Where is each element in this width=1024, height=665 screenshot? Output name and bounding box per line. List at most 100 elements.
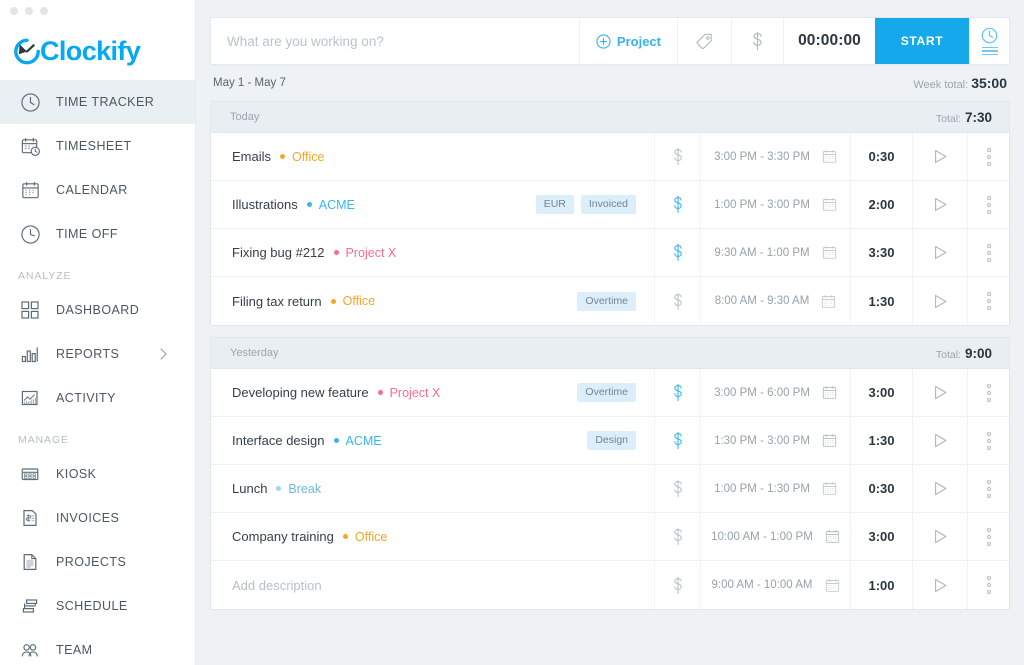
brand-logo[interactable]: Clockify [0,22,195,80]
calendar-icon[interactable] [825,578,840,593]
start-button[interactable]: START [875,18,969,64]
add-project-button[interactable]: Project [578,18,677,64]
entry-more-button[interactable] [967,513,1009,560]
entry-play-button[interactable] [912,277,967,325]
sidebar-item-schedule[interactable]: SCHEDULE [0,584,195,628]
entry-duration[interactable]: 0:30 [850,133,912,180]
timer-mode-toggle[interactable] [969,18,1009,64]
calendar-icon[interactable] [822,433,837,448]
time-entry-row[interactable]: Interface design ACME Design 1:30 PM - 3… [211,417,1009,465]
entry-billable-toggle[interactable] [654,513,700,560]
sidebar-item-calendar[interactable]: CALENDAR [0,168,195,212]
calendar-icon[interactable] [822,197,837,212]
entry-more-button[interactable] [967,181,1009,228]
sidebar-item-team[interactable]: TEAM [0,628,195,665]
tag-chip[interactable]: Overtime [577,383,636,402]
entry-billable-toggle[interactable] [654,181,700,228]
time-entry-row[interactable]: Add description 9:00 AM - 10:00 AM 1:00 [211,561,1009,609]
entry-time-range-area[interactable]: 3:00 PM - 6:00 PM [700,369,850,416]
entry-duration[interactable]: 3:00 [850,369,912,416]
calendar-icon[interactable] [822,245,837,260]
entry-play-button[interactable] [912,369,967,416]
entry-description-area[interactable]: Company training Office [211,513,654,560]
entry-more-button[interactable] [967,133,1009,180]
window-dot[interactable] [25,7,33,15]
entry-more-button[interactable] [967,369,1009,416]
entry-play-button[interactable] [912,181,967,228]
tag-chip[interactable]: Design [587,431,636,450]
entry-duration[interactable]: 1:00 [850,561,912,609]
tag-chip[interactable]: Invoiced [580,195,636,214]
entry-time-range-area[interactable]: 8:00 AM - 9:30 AM [700,277,850,325]
calendar-icon[interactable] [825,529,840,544]
sidebar-item-kiosk[interactable]: KIOSK [0,452,195,496]
tag-chip[interactable]: Overtime [577,291,636,311]
entry-billable-toggle[interactable] [654,465,700,512]
sidebar-item-dashboard[interactable]: DASHBOARD [0,288,195,332]
entry-duration[interactable]: 1:30 [850,277,912,325]
time-entry-row[interactable]: Illustrations ACME EUR Invoiced 1:00 PM … [211,181,1009,229]
entry-duration[interactable]: 3:30 [850,229,912,276]
entry-duration[interactable]: 1:30 [850,417,912,464]
entry-duration[interactable]: 2:00 [850,181,912,228]
entry-billable-toggle[interactable] [654,277,700,325]
sidebar-item-projects[interactable]: PROJECTS [0,540,195,584]
entry-play-button[interactable] [912,561,967,609]
window-dot[interactable] [10,7,18,15]
entry-description-area[interactable]: Emails Office [211,133,654,180]
entry-billable-toggle[interactable] [654,133,700,180]
sidebar-item-activity[interactable]: ACTIVITY [0,376,195,420]
add-tag-button[interactable] [677,18,731,64]
entry-description-area[interactable]: Developing new feature Project X Overtim… [211,369,654,416]
timer-billable-toggle[interactable] [731,18,783,64]
sidebar-item-time-tracker[interactable]: TIME TRACKER [0,80,195,124]
entry-duration[interactable]: 0:30 [850,465,912,512]
time-entry-row[interactable]: Company training Office 10:00 AM - 1:00 … [211,513,1009,561]
timer-description-input[interactable]: What are you working on? [211,18,579,64]
time-entry-row[interactable]: Developing new feature Project X Overtim… [211,369,1009,417]
entry-play-button[interactable] [912,417,967,464]
time-entry-row[interactable]: Fixing bug #212 Project X 9:30 AM - 1:00… [211,229,1009,277]
time-entry-row[interactable]: Filing tax return Office Overtime 8:00 A… [211,277,1009,325]
entry-description-area[interactable]: Lunch Break [211,465,654,512]
entry-description-area[interactable]: Fixing bug #212 Project X [211,229,654,276]
entry-time-range-area[interactable]: 3:00 PM - 3:30 PM [700,133,850,180]
timer-duration[interactable]: 00:00:00 [783,18,875,64]
entry-description-area[interactable]: Illustrations ACME EUR Invoiced [211,181,654,228]
entry-more-button[interactable] [967,277,1009,325]
time-entry-row[interactable]: Emails Office 3:00 PM - 3:30 PM 0:30 [211,133,1009,181]
entry-duration[interactable]: 3:00 [850,513,912,560]
entry-billable-toggle[interactable] [654,369,700,416]
entry-billable-toggle[interactable] [654,417,700,464]
entry-description-area[interactable]: Filing tax return Office Overtime [211,277,654,325]
sidebar-item-timesheet[interactable]: TIMESHEET [0,124,195,168]
entry-more-button[interactable] [967,417,1009,464]
entry-play-button[interactable] [912,513,967,560]
entry-play-button[interactable] [912,465,967,512]
entry-play-button[interactable] [912,229,967,276]
window-dot[interactable] [40,7,48,15]
entry-more-button[interactable] [967,561,1009,609]
entry-time-range-area[interactable]: 1:00 PM - 3:00 PM [700,181,850,228]
entry-billable-toggle[interactable] [654,561,700,609]
entry-time-range-area[interactable]: 10:00 AM - 1:00 PM [700,513,850,560]
entry-more-button[interactable] [967,465,1009,512]
sidebar-item-invoices[interactable]: INVOICES [0,496,195,540]
entry-play-button[interactable] [912,133,967,180]
entry-more-button[interactable] [967,229,1009,276]
calendar-icon[interactable] [822,385,837,400]
sidebar-item-reports[interactable]: REPORTS [0,332,195,376]
entry-billable-toggle[interactable] [654,229,700,276]
entry-time-range-area[interactable]: 1:00 PM - 1:30 PM [700,465,850,512]
calendar-icon[interactable] [822,481,837,496]
calendar-icon[interactable] [822,149,837,164]
sidebar-item-time-off[interactable]: TIME OFF [0,212,195,256]
calendar-icon[interactable] [821,294,836,309]
entry-description-area[interactable]: Add description [211,561,654,609]
entry-description-area[interactable]: Interface design ACME Design [211,417,654,464]
time-entry-row[interactable]: Lunch Break 1:00 PM - 1:30 PM 0:30 [211,465,1009,513]
entry-time-range-area[interactable]: 1:30 PM - 3:00 PM [700,417,850,464]
tag-chip[interactable]: EUR [535,195,574,214]
entry-time-range-area[interactable]: 9:30 AM - 1:00 PM [700,229,850,276]
entry-time-range-area[interactable]: 9:00 AM - 10:00 AM [700,561,850,609]
